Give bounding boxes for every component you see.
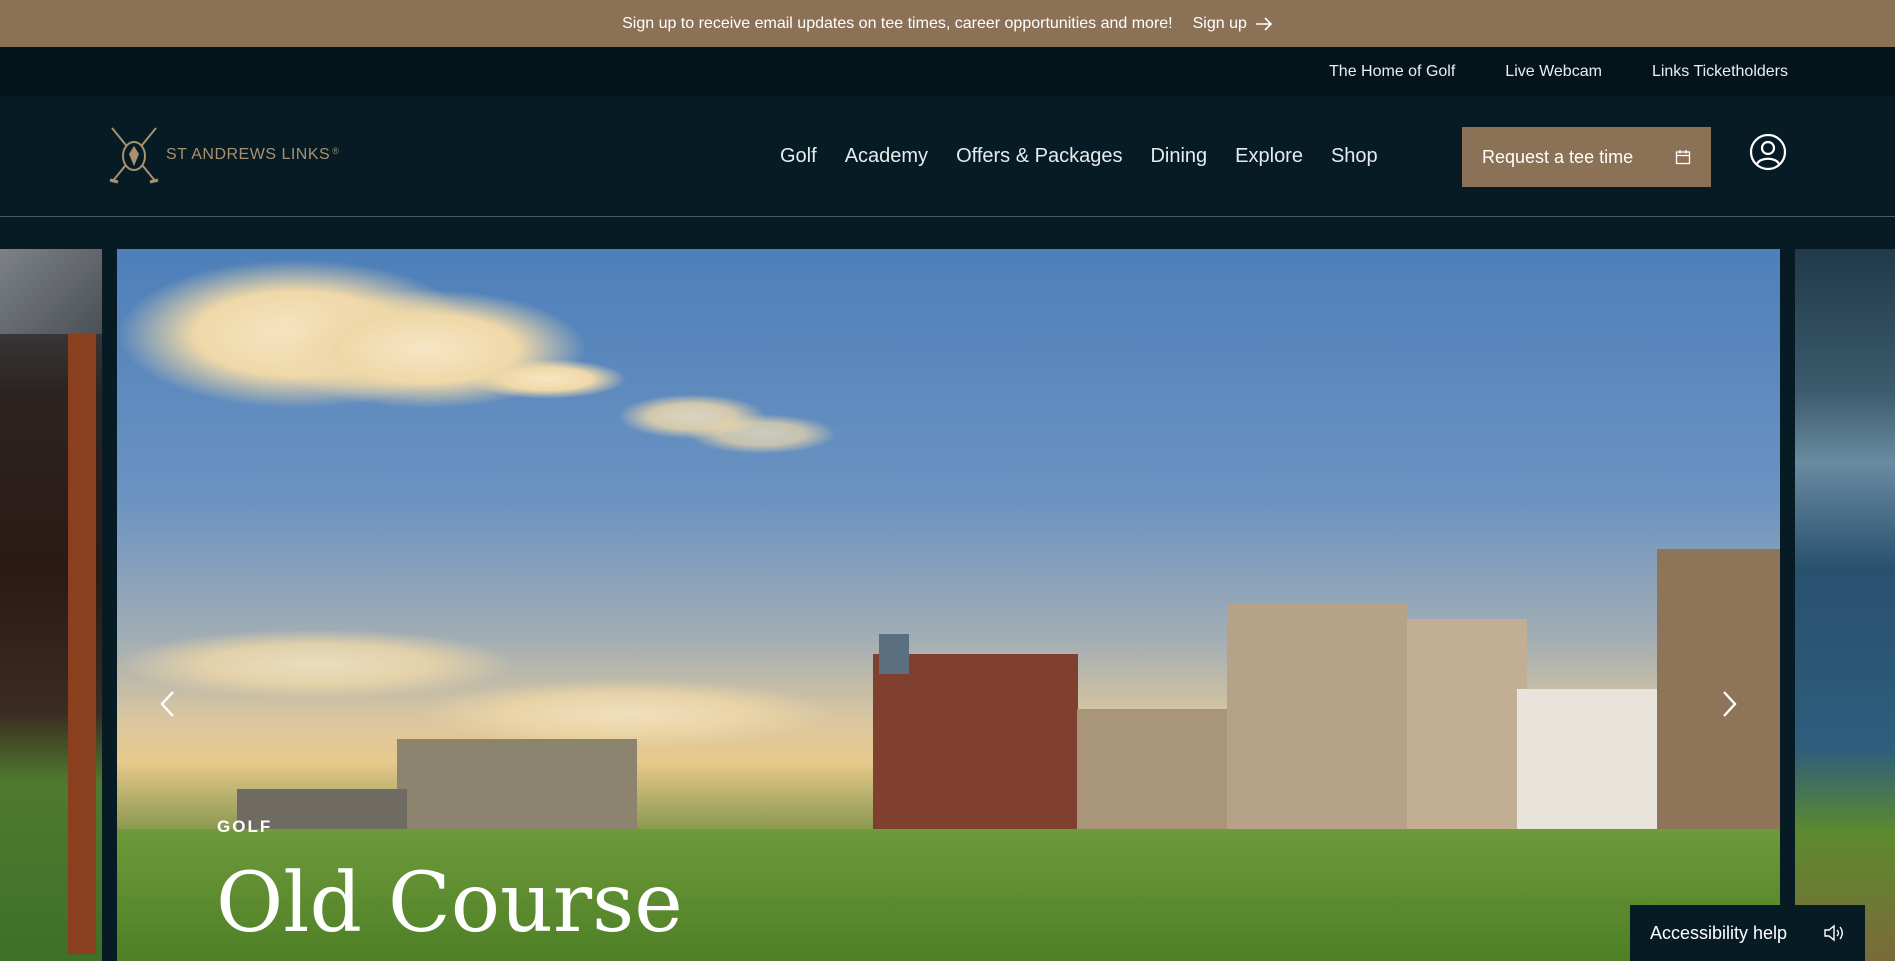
previous-slide-image[interactable] [0,249,102,961]
utility-link-ticketholders[interactable]: Links Ticketholders [1652,63,1788,81]
nav-item-academy[interactable]: Academy [845,145,928,168]
nav-item-dining[interactable]: Dining [1150,145,1207,168]
user-circle-icon[interactable] [1749,133,1787,171]
crossed-clubs-logo-icon [109,127,159,184]
carousel-prev-button[interactable] [153,689,183,719]
hero-carousel: GOLF Old Course [0,249,1895,961]
nav-item-golf[interactable]: Golf [780,145,817,168]
signup-banner: Sign up to receive email updates on tee … [0,0,1895,47]
banner-message: Sign up to receive email updates on tee … [622,14,1173,32]
hero-title: Old Course [216,856,683,951]
arrow-right-icon [1255,16,1273,31]
hero-eyebrow: GOLF [217,817,273,836]
chevron-right-icon [1723,691,1737,717]
main-header: ST ANDREWS LINKS ® Golf Academy Offers &… [0,96,1895,217]
signup-link[interactable]: Sign up [1193,15,1273,33]
nav-item-explore[interactable]: Explore [1235,145,1303,168]
nav-item-offers-packages[interactable]: Offers & Packages [956,145,1122,168]
accessibility-help-label: Accessibility help [1650,922,1788,943]
utility-link-home-of-golf[interactable]: The Home of Golf [1329,63,1455,81]
signup-label: Sign up [1192,14,1247,32]
carousel-next-button[interactable] [1714,689,1744,719]
next-slide-image[interactable] [1795,249,1895,961]
speaker-icon [1824,924,1843,942]
request-tee-time-label: Request a tee time [1482,146,1634,167]
request-tee-time-button[interactable]: Request a tee time [1462,127,1711,187]
nav-item-shop[interactable]: Shop [1331,145,1378,168]
primary-nav: Golf Academy Offers & Packages Dining Ex… [780,145,1378,168]
utility-nav: The Home of Golf Live Webcam Links Ticke… [0,47,1895,96]
calendar-icon [1675,150,1691,165]
chevron-left-icon [160,691,174,717]
accessibility-help-button[interactable]: Accessibility help [1630,905,1865,961]
hero-slide-image: GOLF Old Course [117,249,1780,961]
logo-wordmark: ST ANDREWS LINKS [166,146,331,163]
logo-registered-mark: ® [332,146,340,156]
utility-link-live-webcam[interactable]: Live Webcam [1505,63,1602,81]
site-logo[interactable]: ST ANDREWS LINKS ® [108,126,339,184]
